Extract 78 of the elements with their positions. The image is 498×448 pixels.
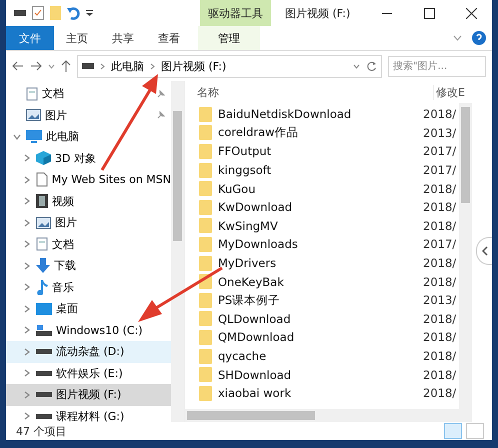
file-name[interactable]: kinggsoft <box>212 163 423 178</box>
nav-item[interactable]: 桌面 <box>6 298 171 320</box>
nav-item[interactable]: 3D 对象 <box>6 148 171 169</box>
window-title: 图片视频 (F:) <box>285 6 350 20</box>
nav-label: 文档 <box>42 86 65 102</box>
date-cell-text: 2018/ <box>423 107 458 122</box>
nav-item[interactable]: 图片 <box>6 104 171 126</box>
date-cell-text: 2013/ <box>423 126 458 140</box>
nav-label: 视频 <box>52 194 75 209</box>
file-name[interactable]: qycache <box>212 349 423 364</box>
nav-item[interactable]: 视频 <box>6 190 171 212</box>
nav-label: 图片 <box>55 215 78 230</box>
file-name[interactable]: KuGou <box>212 182 423 196</box>
context-tab-header: 驱动器工具 <box>200 0 271 26</box>
nav-label: 下载 <box>54 258 77 274</box>
nav-label: My Web Sites on MSN <box>52 173 171 186</box>
nav-item[interactable]: 文档 <box>6 234 171 255</box>
nav-label: 图片视频 (F:) <box>56 387 122 402</box>
file-name[interactable]: FFOutput <box>212 144 423 158</box>
nav-item[interactable]: 下载 <box>6 255 171 276</box>
column-header[interactable]: 修改E <box>433 84 472 100</box>
nav-label: 文档 <box>52 236 75 252</box>
nav-label: Windows10 (C:) <box>56 324 144 337</box>
nav-item[interactable]: 此电脑 <box>6 126 171 148</box>
nav-label: 此电脑 <box>46 129 80 144</box>
nav-label: 桌面 <box>56 301 79 316</box>
ribbon-tab[interactable]: 查看 <box>146 26 192 50</box>
file-name[interactable]: BaiduNetdiskDownload <box>212 107 423 122</box>
file-name[interactable]: KwDownload <box>212 200 423 214</box>
nav-label: 软件娱乐 (E:) <box>56 366 124 381</box>
date-cell-text: 2018/ <box>423 256 458 270</box>
nav-label: 3D 对象 <box>55 150 97 166</box>
nav-item[interactable]: 图片视频 (F:) <box>6 384 171 406</box>
file-name[interactable]: QMDownload <box>212 330 423 344</box>
file-name[interactable]: MyDownloads <box>212 237 423 252</box>
date-cell-text: 2017/ <box>423 237 458 252</box>
date-cell-text: 2018/ <box>423 330 458 344</box>
date-cell-text: 2018/ <box>423 274 458 289</box>
nav-item[interactable]: 图片 <box>6 212 171 234</box>
nav-item[interactable]: 软件娱乐 (E:) <box>6 362 171 384</box>
ribbon-tab[interactable]: 共享 <box>100 26 146 50</box>
breadcrumb[interactable]: 此电脑 <box>111 58 144 74</box>
nav-item[interactable]: 音乐 <box>6 276 171 298</box>
item-count: 47 个项目 <box>16 424 68 438</box>
search-field[interactable]: 搜索"图片... <box>388 56 486 76</box>
file-name[interactable]: MyDrivers <box>212 256 423 270</box>
file-name[interactable]: SHDownload <box>212 368 423 382</box>
nav-item[interactable]: Windows10 (C:) <box>6 320 171 341</box>
ribbon-tab[interactable]: 管理 <box>198 26 260 50</box>
file-name[interactable]: KwSingMV <box>212 218 423 233</box>
date-cell-text: 2018/ <box>423 200 458 214</box>
ribbon-tab[interactable]: 主页 <box>54 26 100 50</box>
date-cell-text: 2017/ <box>423 144 458 158</box>
nav-item[interactable]: 流动杂盘 (D:) <box>6 341 171 362</box>
nav-label: 音乐 <box>52 280 75 295</box>
file-name[interactable]: OneKeyBak <box>212 274 423 289</box>
date-cell-text: 2018/ <box>423 312 458 326</box>
nav-item[interactable]: My Web Sites on MSN <box>6 169 171 190</box>
file-name[interactable]: PS课本例子 <box>212 292 423 308</box>
date-cell-text: 2018/ <box>423 368 458 382</box>
breadcrumb[interactable]: 图片视频 (F:) <box>161 58 226 74</box>
date-cell-text: 2013/ <box>423 293 458 308</box>
date-cell-text: 2018/ <box>423 218 458 233</box>
date-cell-text: 2018/ <box>423 386 458 400</box>
date-cell-text: 2017/ <box>423 163 458 178</box>
file-name[interactable]: QLDownload <box>212 312 423 326</box>
nav-item[interactable]: 课程材料 (G:) <box>6 406 171 422</box>
date-cell-text: 2018/ <box>423 349 458 364</box>
file-name[interactable]: coreldraw作品 <box>212 125 423 140</box>
address-bar[interactable]: 此电脑 图片视频 (F:) <box>77 54 382 78</box>
nav-item[interactable]: 文档 <box>6 83 171 104</box>
nav-label: 流动杂盘 (D:) <box>56 344 126 360</box>
file-name[interactable]: xiaobai work <box>212 386 423 400</box>
column-header[interactable]: 名称 <box>197 84 433 100</box>
date-cell-text: 2018/ <box>423 182 458 196</box>
nav-label: 课程材料 (G:) <box>56 408 126 422</box>
ribbon-tab[interactable]: 文件 <box>6 26 54 50</box>
nav-label: 图片 <box>45 108 68 123</box>
